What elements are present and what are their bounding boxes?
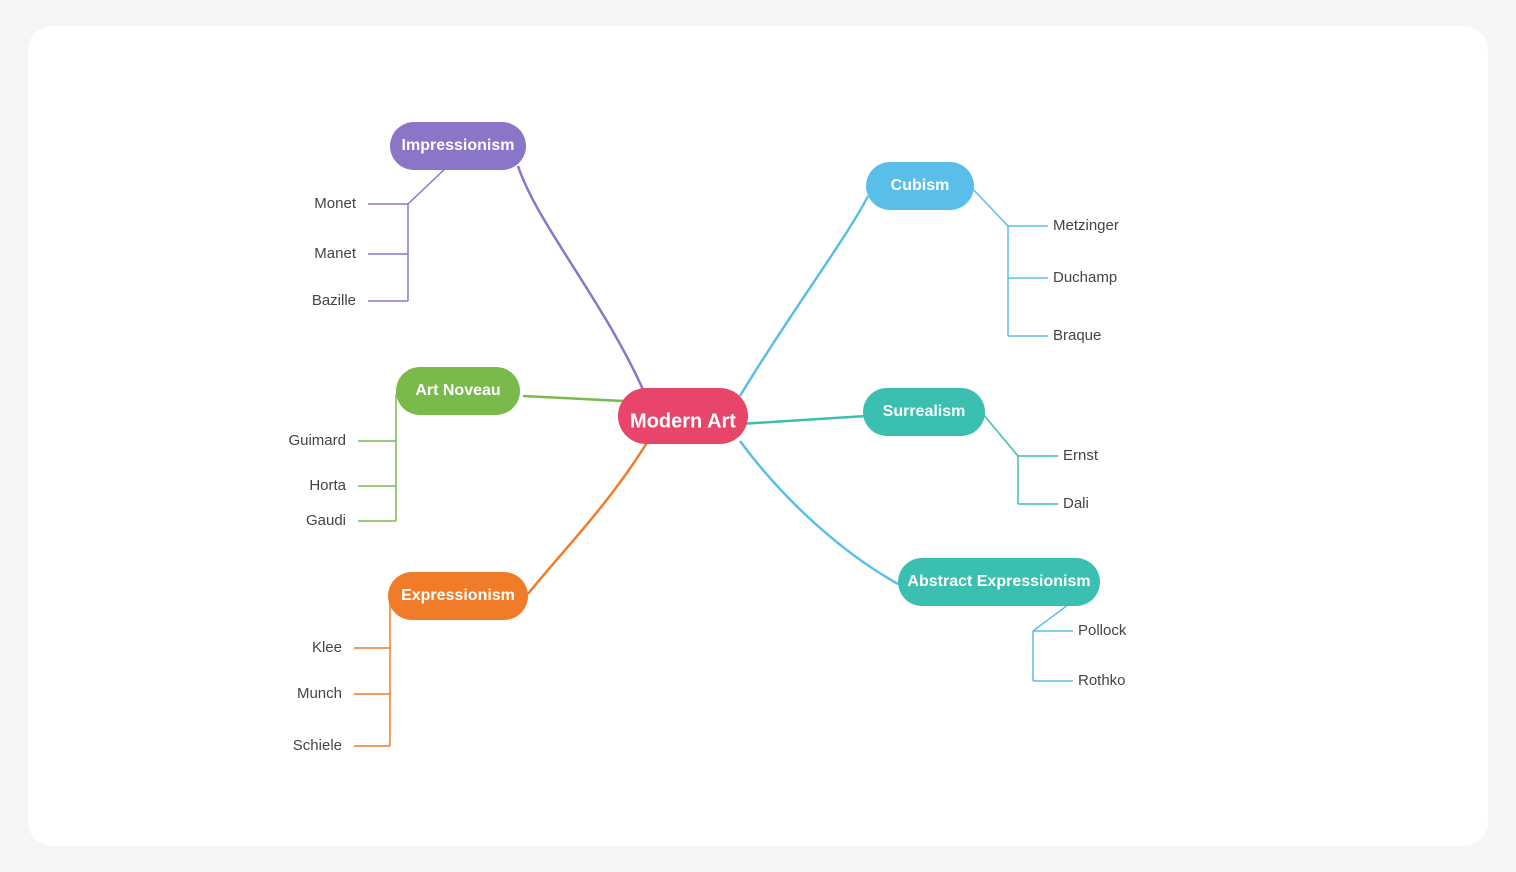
leaf-dali: Dali bbox=[1063, 495, 1089, 512]
leaf-pollock: Pollock bbox=[1078, 622, 1127, 639]
expressionism-label: Expressionism bbox=[401, 587, 515, 604]
center-label: Modern Art bbox=[630, 410, 736, 432]
leaf-rothko: Rothko bbox=[1078, 672, 1126, 689]
leaf-bazille: Bazille bbox=[312, 292, 356, 309]
leaf-munch: Munch bbox=[297, 685, 342, 702]
art-noveau-label: Art Noveau bbox=[415, 382, 500, 399]
leaf-klee: Klee bbox=[312, 639, 342, 656]
leaf-braque: Braque bbox=[1053, 327, 1101, 344]
leaf-guimard: Guimard bbox=[288, 432, 346, 449]
leaf-gaudi: Gaudi bbox=[306, 512, 346, 529]
leaf-schiele: Schiele bbox=[293, 737, 342, 754]
abstract-expressionism-label: Abstract Expressionism bbox=[907, 573, 1090, 590]
leaf-duchamp: Duchamp bbox=[1053, 269, 1117, 286]
leaf-manet: Manet bbox=[314, 245, 357, 262]
leaf-ernst: Ernst bbox=[1063, 447, 1099, 464]
mindmap-card: Modern Art Impressionism Monet Manet Baz… bbox=[28, 26, 1488, 846]
impressionism-label: Impressionism bbox=[402, 137, 515, 154]
mindmap-svg: Modern Art Impressionism Monet Manet Baz… bbox=[28, 26, 1488, 846]
leaf-horta: Horta bbox=[309, 477, 346, 494]
cubism-label: Cubism bbox=[891, 177, 950, 194]
leaf-metzinger: Metzinger bbox=[1053, 217, 1119, 234]
surrealism-label: Surrealism bbox=[883, 403, 966, 420]
leaf-monet: Monet bbox=[314, 195, 357, 212]
